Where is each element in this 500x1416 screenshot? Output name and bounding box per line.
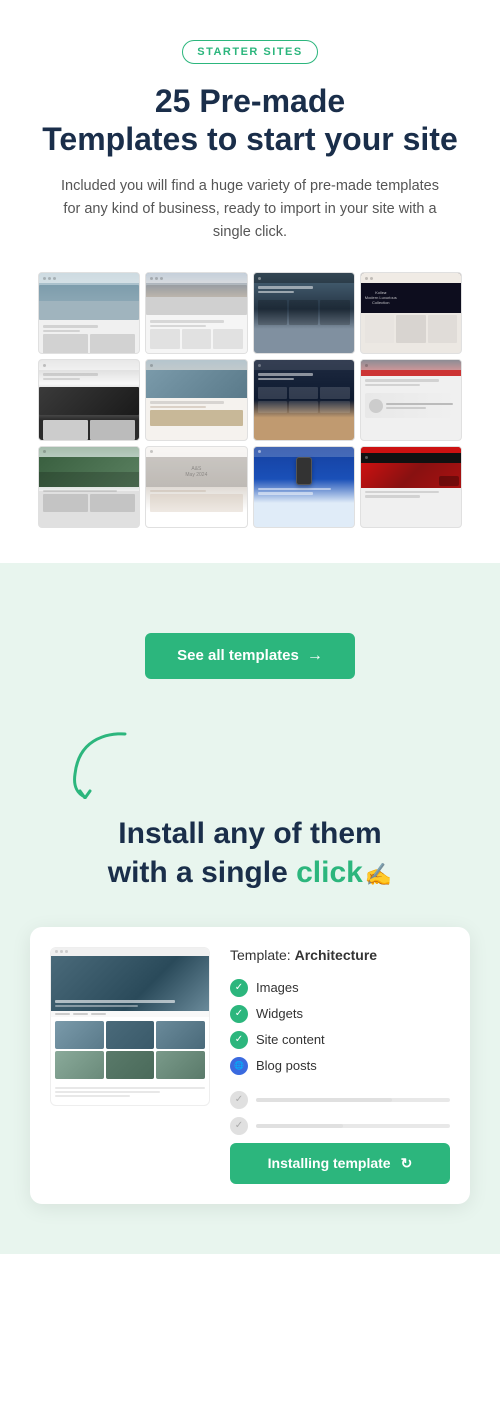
demo-hero — [51, 956, 209, 1011]
curved-arrow-svg — [60, 719, 140, 799]
progress-item-1: ✓ — [230, 1091, 450, 1109]
checklist-item-images: ✓ Images — [230, 979, 450, 997]
progress-bar-2 — [256, 1124, 450, 1128]
install-button-label: Installing template — [268, 1155, 391, 1171]
check-site-content-icon: ✓ — [230, 1031, 248, 1049]
template-thumb-architecture[interactable] — [38, 272, 140, 354]
progress-check-2: ✓ — [230, 1117, 248, 1135]
subtitle: Included you will find a huge variety of… — [60, 175, 440, 245]
template-thumb-business[interactable] — [145, 272, 247, 354]
install-line2-prefix: with a single — [108, 856, 296, 889]
demo-info: Template: Architecture ✓ Images ✓ Widget… — [230, 947, 450, 1184]
template-grid-row-1: KolleøModern LuxuriousCollection — [30, 272, 470, 354]
template-name-label: Template: Architecture — [230, 947, 450, 963]
template-thumb-restaurant[interactable] — [145, 359, 247, 441]
arrow-decoration — [30, 719, 470, 804]
checklist-item-widgets: ✓ Widgets — [230, 1005, 450, 1023]
template-grid-row-3: A&SMay 2024 — [30, 446, 470, 528]
refresh-icon: ↻ — [401, 1155, 413, 1172]
top-section: STARTER SITES 25 Pre-made Templates to s… — [0, 0, 500, 563]
template-grid-row-2 — [30, 359, 470, 441]
bottom-section: See all templates → Install any of them … — [0, 563, 500, 1254]
demo-card: Template: Architecture ✓ Images ✓ Widget… — [30, 927, 470, 1204]
check-widgets-icon: ✓ — [230, 1005, 248, 1023]
see-all-label: See all templates — [177, 647, 299, 664]
checklist-images-label: Images — [256, 980, 299, 995]
browser-dot-1 — [55, 950, 58, 953]
checklist: ✓ Images ✓ Widgets ✓ Site content 🌐 Blog… — [230, 979, 450, 1075]
demo-image-grid — [51, 1017, 209, 1083]
checklist-item-blog-posts: 🌐 Blog posts — [230, 1057, 450, 1075]
page-wrapper: STARTER SITES 25 Pre-made Templates to s… — [0, 0, 500, 1254]
browser-dot-2 — [60, 950, 63, 953]
install-line1: Install any of them — [118, 817, 381, 850]
demo-screenshot — [50, 947, 210, 1106]
template-thumb-wedding[interactable]: A&SMay 2024 — [145, 446, 247, 528]
main-title: 25 Pre-made Templates to start your site — [30, 82, 470, 159]
template-thumb-app[interactable] — [253, 446, 355, 528]
demo-bottom-text — [51, 1083, 209, 1105]
starter-badge: STARTER SITES — [182, 40, 317, 64]
see-all-button-row: See all templates → — [30, 603, 470, 719]
checklist-widgets-label: Widgets — [256, 1006, 303, 1021]
progress-check-1: ✓ — [230, 1091, 248, 1109]
template-thumb-medical[interactable] — [360, 359, 462, 441]
checklist-blog-posts-label: Blog posts — [256, 1058, 317, 1073]
check-blog-posts-icon: 🌐 — [230, 1057, 248, 1075]
progress-bar-1 — [256, 1098, 450, 1102]
cursor-decoration: ✍ — [365, 862, 392, 887]
template-thumb-fashion[interactable]: KolleøModern LuxuriousCollection — [360, 272, 462, 354]
checklist-item-site-content: ✓ Site content — [230, 1031, 450, 1049]
see-all-button[interactable]: See all templates → — [145, 633, 355, 679]
install-click-word: click — [296, 856, 363, 889]
checklist-site-content-label: Site content — [256, 1032, 325, 1047]
browser-dot-3 — [65, 950, 68, 953]
progress-item-2: ✓ — [230, 1117, 450, 1135]
template-thumb-portfolio[interactable] — [38, 359, 140, 441]
template-thumb-university[interactable] — [38, 446, 140, 528]
arrow-icon: → — [307, 647, 323, 665]
install-heading: Install any of them with a single click✍ — [30, 814, 470, 892]
template-thumb-library[interactable] — [253, 359, 355, 441]
install-button[interactable]: Installing template ↻ — [230, 1143, 450, 1184]
template-thumb-automotive[interactable] — [360, 446, 462, 528]
template-thumb-hotel[interactable] — [253, 272, 355, 354]
check-images-icon: ✓ — [230, 979, 248, 997]
